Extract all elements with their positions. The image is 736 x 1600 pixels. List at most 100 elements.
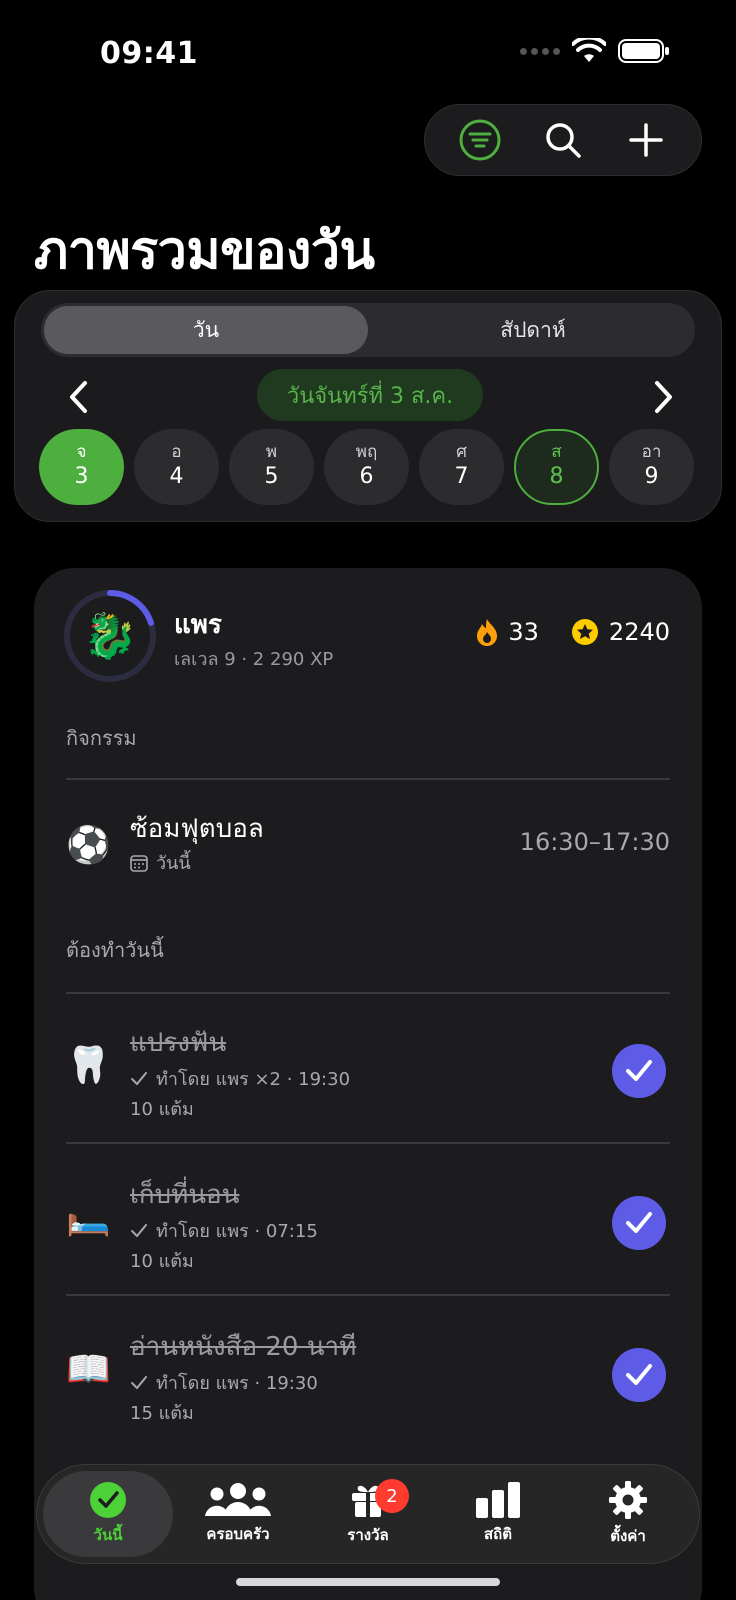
day-chip[interactable]: อ4 bbox=[134, 429, 219, 505]
check-circle-icon bbox=[90, 1482, 126, 1518]
checkmark-icon bbox=[626, 1060, 652, 1081]
child-name: แพร bbox=[174, 610, 222, 640]
task-completed-by-label: ทำโดย แพร · 07:15 bbox=[156, 1221, 318, 1242]
task-row[interactable]: 🦷 แปรงฟัน ทำโดย แพร ×2 · 19:30 10 แต้ม bbox=[66, 994, 670, 1144]
notification-badge: 2 bbox=[375, 1479, 409, 1513]
day-name: อา bbox=[641, 442, 662, 462]
day-name: พ bbox=[265, 442, 278, 462]
day-chip[interactable]: ส8 bbox=[514, 429, 599, 505]
search-button[interactable] bbox=[539, 116, 587, 164]
day-name: อ bbox=[171, 442, 182, 462]
tab-settings[interactable]: ตั้งค่า bbox=[563, 1471, 693, 1557]
tab-label: ตั้งค่า bbox=[610, 1527, 646, 1545]
checkmark-icon bbox=[626, 1364, 652, 1385]
flame-icon bbox=[477, 619, 498, 646]
activities-header: กิจกรรม bbox=[66, 726, 137, 750]
segment-day[interactable]: วัน bbox=[44, 306, 368, 354]
task-completed-by: ทำโดย แพร ×2 · 19:30 bbox=[130, 1064, 350, 1093]
day-chip[interactable]: พฤ 6 bbox=[324, 429, 409, 505]
chevron-right-icon bbox=[655, 381, 672, 413]
soccer-ball-icon: ⚽ bbox=[66, 825, 111, 866]
top-toolbar bbox=[424, 104, 702, 176]
tasks-header: ต้องทำวันนี้ bbox=[66, 938, 164, 962]
stats: 33 2240 bbox=[476, 618, 670, 646]
chevron-left-icon bbox=[70, 381, 87, 413]
tab-family[interactable]: ครอบครัว bbox=[173, 1471, 303, 1557]
tab-stats[interactable]: สถิติ bbox=[433, 1471, 563, 1557]
tab-label: รางวัล bbox=[347, 1526, 389, 1544]
task-row[interactable]: 🛏️ เก็บที่นอน ทำโดย แพร · 07:15 10 แต้ม bbox=[66, 1146, 670, 1296]
day-number: 4 bbox=[169, 464, 184, 489]
streak-stat: 33 bbox=[476, 618, 539, 646]
day-chip[interactable]: พ5 bbox=[229, 429, 314, 505]
filter-icon bbox=[459, 119, 501, 161]
prev-day-button[interactable] bbox=[59, 377, 99, 417]
task-title: เก็บที่นอน bbox=[130, 1180, 240, 1210]
task-row[interactable]: 📖 อ่านหนังสือ 20 นาที ทำโดย แพร · 19:30 … bbox=[66, 1298, 670, 1448]
coin-count: 2240 bbox=[608, 618, 670, 646]
tab-rewards[interactable]: รางวัล 2 bbox=[303, 1471, 433, 1557]
day-name: ศ bbox=[456, 442, 467, 462]
checkmark-icon bbox=[131, 1223, 147, 1237]
child-overview-card: 🐉 แพร เลเวล 9 · 2 290 XP 33 2240 กิจกรรม… bbox=[34, 568, 702, 1600]
segment-week[interactable]: สัปดาห์ bbox=[371, 303, 695, 357]
dragon-icon: 🐉 bbox=[76, 602, 144, 670]
divider bbox=[66, 1294, 670, 1296]
day-number: 9 bbox=[644, 464, 659, 489]
page-title: ภาพรวมของวัน bbox=[34, 221, 375, 281]
tab-label: สถิติ bbox=[484, 1525, 512, 1543]
signal-icon bbox=[520, 47, 560, 55]
child-level: เลเวล 9 · 2 290 XP bbox=[174, 649, 334, 670]
activity-date-label: วันนี้ bbox=[156, 853, 191, 874]
gear-icon bbox=[609, 1481, 647, 1519]
bar-chart-icon bbox=[476, 1482, 520, 1518]
tooth-icon: 🦷 bbox=[66, 1045, 111, 1086]
next-day-button[interactable] bbox=[643, 377, 683, 417]
battery-icon bbox=[618, 39, 669, 63]
tab-bar: วันนี้ ครอบครัว รางวัล 2 สถิติ ตั้งค่า bbox=[36, 1464, 700, 1564]
day-number: 3 bbox=[74, 464, 89, 489]
day-chip[interactable]: ศ7 bbox=[419, 429, 504, 505]
day-chip[interactable]: จ3 bbox=[39, 429, 124, 505]
day-strip: จ3 อ4 พ5 พฤ 6 ศ7 ส8 อา 9 bbox=[39, 429, 694, 505]
day-number: 5 bbox=[264, 464, 279, 489]
tab-label: ครอบครัว bbox=[206, 1525, 270, 1543]
checkmark-icon bbox=[131, 1375, 147, 1389]
tab-label: วันนี้ bbox=[93, 1526, 123, 1544]
people-icon bbox=[205, 1483, 271, 1516]
activity-title: ซ้อมฟุตบอล bbox=[130, 814, 264, 844]
task-done-toggle[interactable] bbox=[612, 1348, 666, 1402]
checkmark-icon bbox=[131, 1071, 147, 1085]
task-title: แปรงฟัน bbox=[130, 1028, 227, 1058]
status-time: 09:41 bbox=[100, 36, 198, 71]
day-number: 8 bbox=[549, 464, 564, 489]
coin-stat: 2240 bbox=[571, 618, 670, 646]
task-title: อ่านหนังสือ 20 นาที bbox=[130, 1332, 357, 1362]
task-points: 15 แต้ม bbox=[130, 1403, 194, 1424]
plus-icon bbox=[628, 123, 663, 157]
task-completed-by-label: ทำโดย แพร ×2 · 19:30 bbox=[156, 1069, 351, 1090]
day-name: จ bbox=[76, 442, 87, 462]
home-indicator[interactable] bbox=[236, 1578, 500, 1586]
search-icon bbox=[546, 123, 581, 158]
add-button[interactable] bbox=[622, 116, 670, 164]
filter-button[interactable] bbox=[456, 116, 504, 164]
day-name: พฤ bbox=[355, 442, 378, 462]
day-chip[interactable]: อา 9 bbox=[609, 429, 694, 505]
task-done-toggle[interactable] bbox=[612, 1044, 666, 1098]
activity-row[interactable]: ⚽ ซ้อมฟุตบอล วันนี้ 16:30–17:30 bbox=[66, 808, 670, 888]
status-icons bbox=[520, 38, 670, 64]
divider bbox=[66, 1142, 670, 1144]
bed-icon: 🛏️ bbox=[66, 1197, 111, 1238]
task-completed-by-label: ทำโดย แพร · 19:30 bbox=[156, 1373, 318, 1394]
task-done-toggle[interactable] bbox=[612, 1196, 666, 1250]
wifi-icon bbox=[572, 38, 606, 62]
calendar-icon bbox=[130, 854, 148, 872]
checkmark-icon bbox=[626, 1212, 652, 1233]
task-completed-by: ทำโดย แพร · 19:30 bbox=[130, 1368, 318, 1397]
activity-time: 16:30–17:30 bbox=[519, 828, 670, 856]
avatar[interactable]: 🐉 bbox=[62, 588, 158, 684]
current-date-label[interactable]: วันจันทร์ที่ 3 ส.ค. bbox=[257, 369, 483, 421]
tab-today[interactable]: วันนี้ bbox=[43, 1471, 173, 1557]
date-selector-card: วัน สัปดาห์ วันจันทร์ที่ 3 ส.ค. จ3 อ4 พ5… bbox=[14, 290, 722, 522]
